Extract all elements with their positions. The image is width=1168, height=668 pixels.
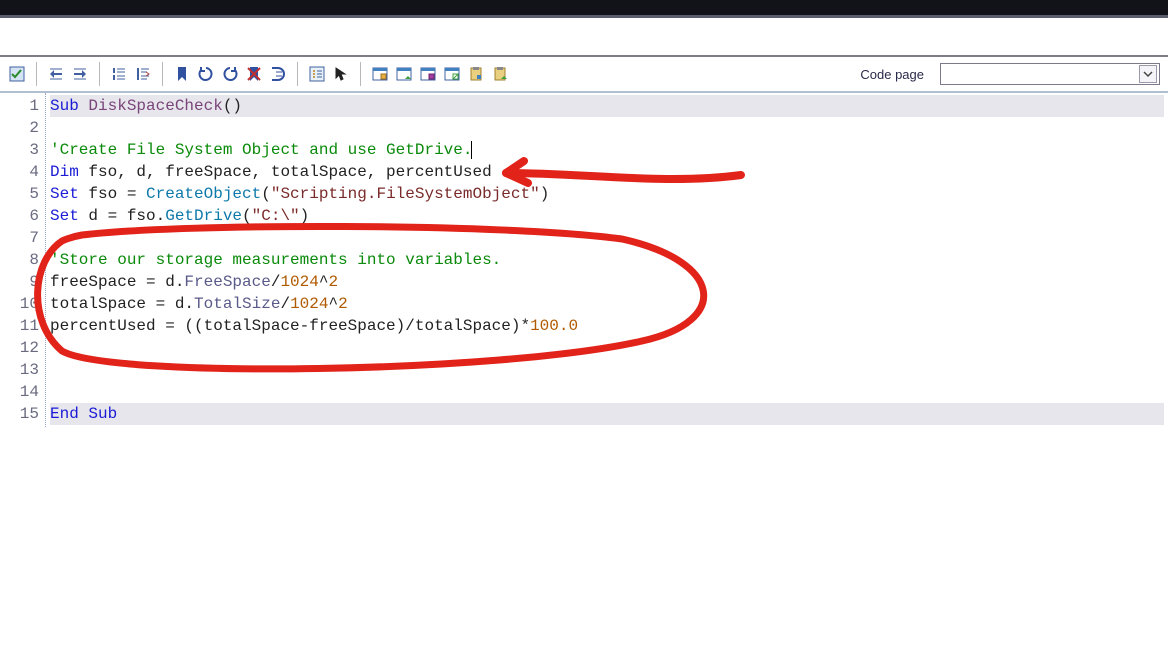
clipboard2-icon[interactable]	[489, 63, 511, 85]
code-editor[interactable]: 123456789101112131415 Sub DiskSpaceCheck…	[0, 93, 1168, 427]
line-number: 9	[2, 271, 39, 293]
code-token: percentUsed = ((totalSpace-freeSpace)/to…	[50, 317, 530, 335]
header-gap	[0, 21, 1168, 57]
indent-left-icon[interactable]	[45, 63, 67, 85]
window2-icon[interactable]	[393, 63, 415, 85]
code-token: "C:\"	[252, 207, 300, 225]
line-number: 10	[2, 293, 39, 315]
code-line[interactable]: Sub DiskSpaceCheck()	[50, 95, 1164, 117]
line-number: 15	[2, 403, 39, 425]
line-number: 6	[2, 205, 39, 227]
line-number: 11	[2, 315, 39, 337]
code-token: Sub	[50, 97, 88, 115]
refresh-icon[interactable]	[195, 63, 217, 85]
code-token: )	[300, 207, 310, 225]
line-number: 14	[2, 381, 39, 403]
code-token: d = fso.	[88, 207, 165, 225]
dedent-icon[interactable]	[132, 63, 154, 85]
code-line[interactable]: percentUsed = ((totalSpace-freeSpace)/to…	[50, 315, 1164, 337]
code-line[interactable]: Set d = fso.GetDrive("C:\")	[50, 205, 1164, 227]
line-number: 5	[2, 183, 39, 205]
code-line[interactable]	[50, 337, 1164, 359]
code-line[interactable]: Set fso = CreateObject("Scripting.FileSy…	[50, 183, 1164, 205]
code-token: TotalSize	[194, 295, 280, 313]
code-line[interactable]	[50, 381, 1164, 403]
code-token: "Scripting.FileSystemObject"	[271, 185, 540, 203]
code-token: Set	[50, 185, 88, 203]
code-token: (	[261, 185, 271, 203]
top-window-strip	[0, 0, 1168, 18]
line-number: 8	[2, 249, 39, 271]
code-token: /	[271, 273, 281, 291]
delete-bookmark-icon[interactable]	[243, 63, 265, 85]
editor-toolbar: Code page	[0, 57, 1168, 93]
code-token: Set	[50, 207, 88, 225]
code-area[interactable]: Sub DiskSpaceCheck()'Create File System …	[46, 93, 1168, 427]
line-number: 2	[2, 117, 39, 139]
line-gutter: 123456789101112131415	[0, 93, 46, 427]
indent-right-icon[interactable]	[69, 63, 91, 85]
go-to-icon[interactable]	[267, 63, 289, 85]
code-token: ()	[223, 97, 242, 115]
codepage-label: Code page	[860, 67, 924, 82]
line-number: 1	[2, 95, 39, 117]
line-number: 12	[2, 337, 39, 359]
codepage-select[interactable]	[940, 63, 1160, 85]
chevron-down-icon[interactable]	[1139, 65, 1157, 83]
code-token: 2	[338, 295, 348, 313]
pointer-icon[interactable]	[330, 63, 352, 85]
code-token: )	[540, 185, 550, 203]
code-token: fso, d, freeSpace, totalSpace, percentUs…	[88, 163, 491, 181]
code-line[interactable]: 'Store our storage measurements into var…	[50, 249, 1164, 271]
code-line[interactable]	[50, 359, 1164, 381]
line-number: 4	[2, 161, 39, 183]
code-token: DiskSpaceCheck	[88, 97, 222, 115]
code-token: CreateObject	[146, 185, 261, 203]
code-line[interactable]: totalSpace = d.TotalSize/1024^2	[50, 293, 1164, 315]
code-token: fso =	[88, 185, 146, 203]
line-number: 3	[2, 139, 39, 161]
code-token: Dim	[50, 163, 88, 181]
code-token: 1024	[280, 273, 318, 291]
code-token: End Sub	[50, 405, 117, 423]
object-list-icon[interactable]	[306, 63, 328, 85]
code-token: FreeSpace	[184, 273, 270, 291]
code-token: totalSpace = d.	[50, 295, 194, 313]
code-token: 'Create File System Object and use GetDr…	[50, 141, 472, 159]
redo-icon[interactable]	[219, 63, 241, 85]
code-token: (	[242, 207, 252, 225]
bookmark-icon[interactable]	[171, 63, 193, 85]
code-line[interactable]: End Sub	[50, 403, 1164, 425]
window1-icon[interactable]	[369, 63, 391, 85]
code-token: /	[280, 295, 290, 313]
window3-icon[interactable]	[417, 63, 439, 85]
code-token: 2	[328, 273, 338, 291]
code-line[interactable]	[50, 117, 1164, 139]
line-number: 13	[2, 359, 39, 381]
line-number: 7	[2, 227, 39, 249]
code-token: 100.0	[530, 317, 578, 335]
code-token: 'Store our storage measurements into var…	[50, 251, 501, 269]
code-token: 1024	[290, 295, 328, 313]
clipboard1-icon[interactable]	[465, 63, 487, 85]
code-token: freeSpace = d.	[50, 273, 184, 291]
code-line[interactable]	[50, 227, 1164, 249]
code-token: GetDrive	[165, 207, 242, 225]
outdent-icon[interactable]	[108, 63, 130, 85]
window4-icon[interactable]	[441, 63, 463, 85]
code-token: ^	[328, 295, 338, 313]
check-syntax-icon[interactable]	[6, 63, 28, 85]
code-line[interactable]: freeSpace = d.FreeSpace/1024^2	[50, 271, 1164, 293]
code-line[interactable]: 'Create File System Object and use GetDr…	[50, 139, 1164, 161]
code-line[interactable]: Dim fso, d, freeSpace, totalSpace, perce…	[50, 161, 1164, 183]
